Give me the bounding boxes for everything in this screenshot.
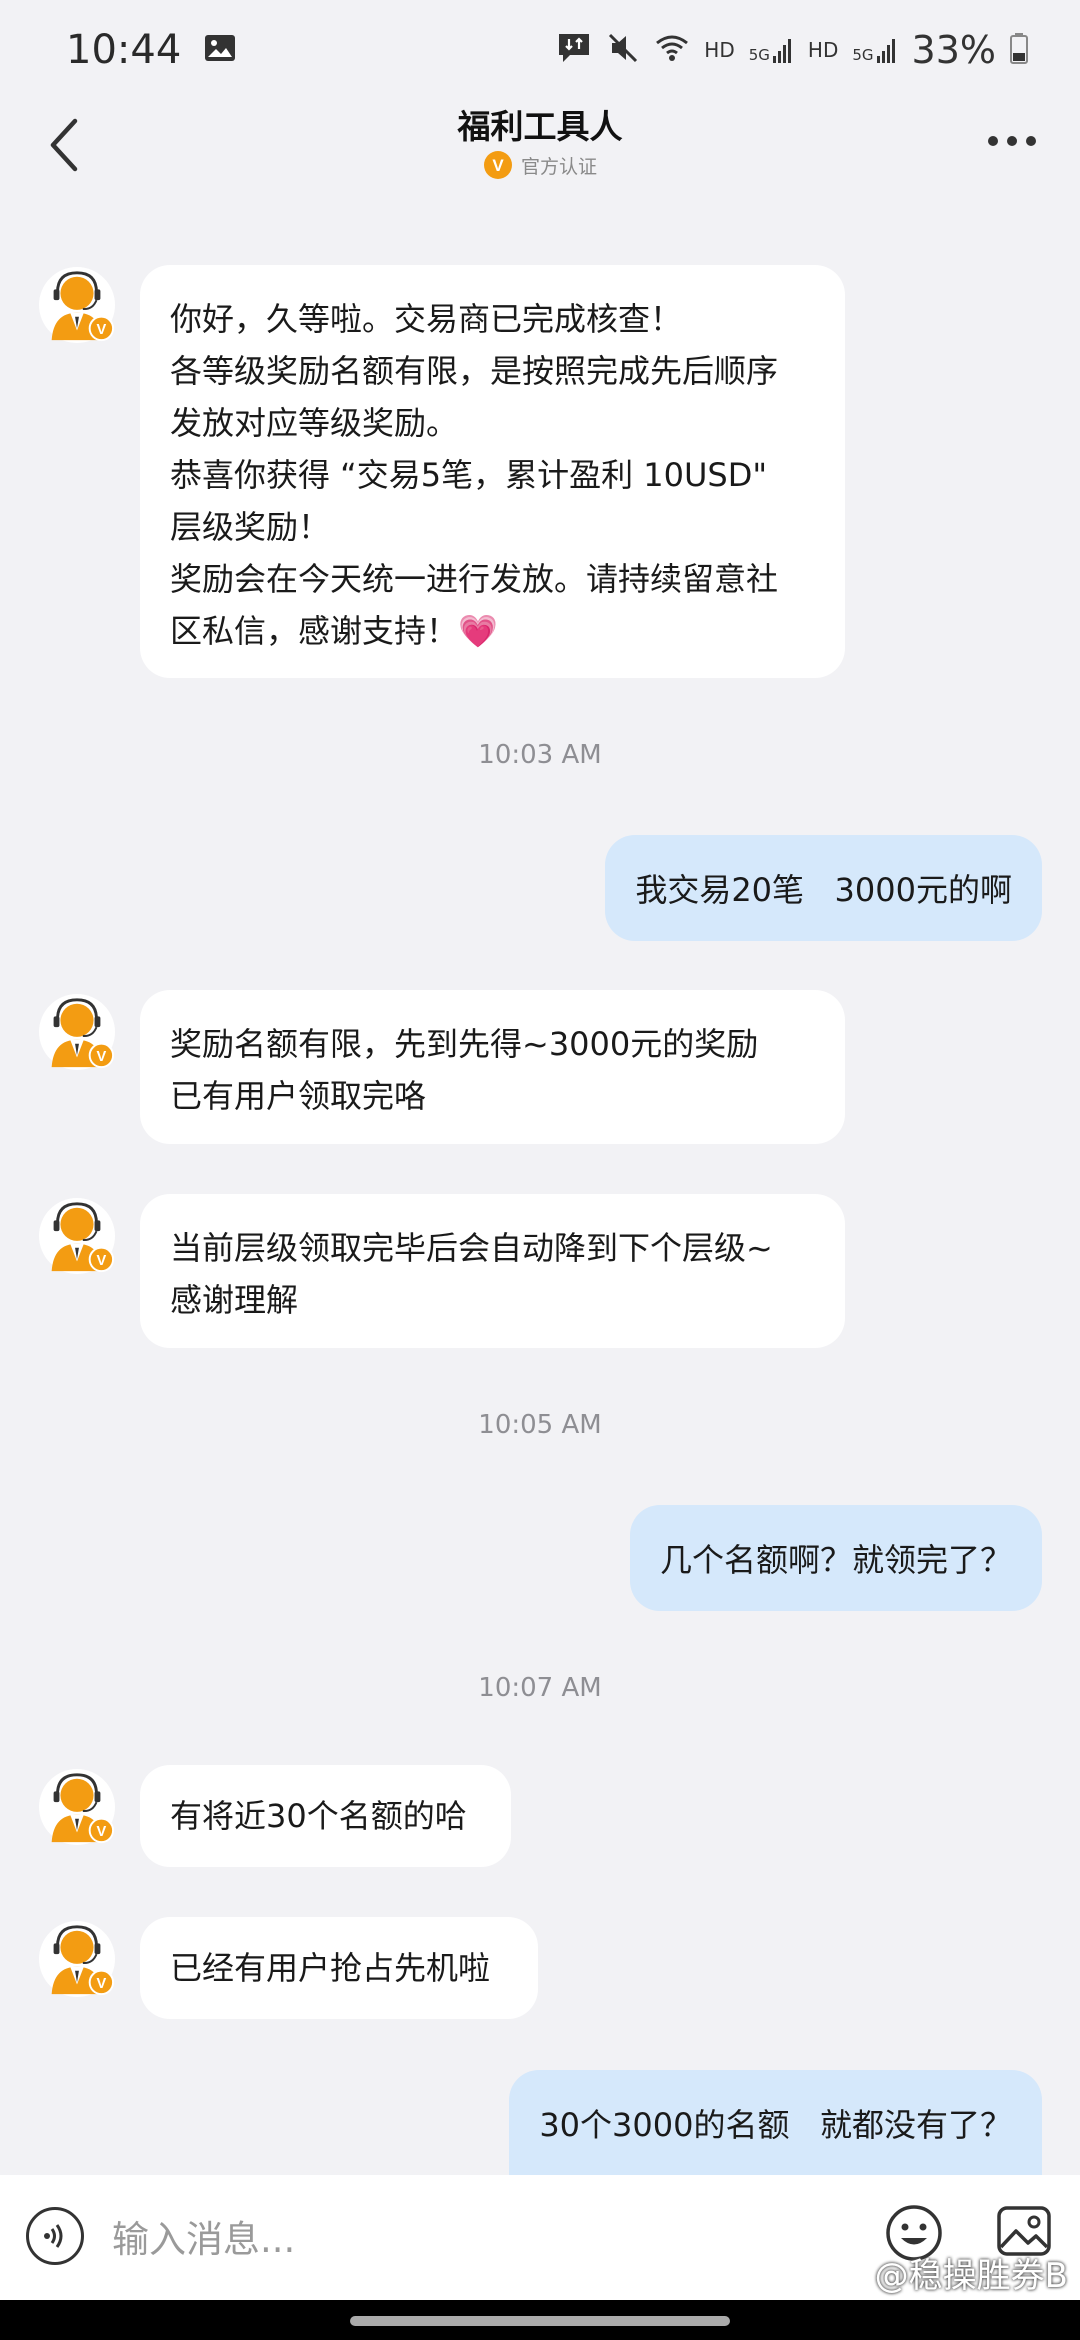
voice-input-button[interactable] (26, 2207, 84, 2265)
verified-v-icon: V (483, 151, 512, 179)
message-line: 你好，久等啦。交易商已完成核查！ (170, 300, 683, 338)
gallery-notification-icon (203, 33, 237, 67)
chat-header: 福利工具人 V 官方认证 (0, 100, 1080, 210)
dot-icon (988, 136, 998, 146)
dot-icon (1026, 136, 1036, 146)
message-bubble-outgoing[interactable]: 30个3000的名额 就都没有了？ (509, 2070, 1042, 2175)
message-text: 已经有用户抢占先机啦 (170, 1949, 491, 1987)
badge-letter: V (492, 156, 504, 175)
avatar[interactable]: V (38, 266, 116, 344)
verified-label: 官方认证 (520, 155, 597, 178)
more-options-button[interactable] (972, 116, 1052, 166)
signal-icon-2 (876, 39, 895, 63)
system-nav-bar (0, 2300, 1080, 2340)
hd-label-2: HD (807, 38, 839, 62)
message-line: 区私信，感谢支持！ (170, 612, 459, 650)
avatar-badge-letter: V (97, 322, 107, 338)
message-bubble-incoming[interactable]: 你好，久等啦。交易商已完成核查！ 各等级奖励名额有限，是按照完成先后顺序 发放对… (140, 265, 845, 678)
avatar-badge-letter: V (97, 1824, 107, 1840)
avatar[interactable]: V (38, 1197, 116, 1275)
message-bubble-incoming[interactable]: 当前层级领取完毕后会自动降到下个层级~ 感谢理解 (140, 1194, 845, 1348)
message-line: 各等级奖励名额有限，是按照完成先后顺序 (170, 352, 779, 390)
hd-label: HD (704, 38, 735, 62)
network-type-label-2: 5G (852, 46, 874, 64)
message-timestamp: 10:03 AM (478, 740, 602, 770)
avatar-badge-letter: V (97, 1976, 107, 1992)
message-line: 已有用户领取完咯 (170, 1077, 427, 1115)
message-bubble-outgoing[interactable]: 我交易20笔 3000元的啊 (605, 835, 1042, 941)
avatar-badge-letter: V (97, 1049, 107, 1065)
avatar-badge-letter: V (97, 1253, 107, 1269)
message-line: 奖励名额有限，先到先得~3000元的奖励 (170, 1025, 759, 1063)
message-line: 恭喜你获得 “交易5笔，累计盈利 10USD" (170, 456, 768, 494)
verified-badge: V 官方认证 (0, 150, 1080, 180)
battery-percent: 33% (911, 28, 996, 72)
status-bar: 10:44 HD 5G HD 5G 33% (0, 0, 1080, 100)
avatar[interactable]: V (38, 1768, 116, 1846)
message-bubble-incoming[interactable]: 奖励名额有限，先到先得~3000元的奖励 已有用户领取完咯 (140, 990, 845, 1144)
message-text: 我交易20笔 3000元的啊 (635, 871, 1012, 909)
avatar[interactable]: V (38, 1920, 116, 1998)
wifi-icon (654, 33, 690, 68)
message-bubble-incoming[interactable]: 有将近30个名额的哈 (140, 1765, 511, 1867)
status-time: 10:44 (66, 27, 182, 73)
message-text: 30个3000的名额 就都没有了？ (539, 2105, 1012, 2144)
chat-title: 福利工具人 (457, 107, 623, 146)
heart-emoji: 💗 (458, 612, 498, 650)
battery-icon (1010, 32, 1028, 69)
signal-icon (772, 39, 791, 63)
avatar[interactable]: V (38, 993, 116, 1071)
message-line: 发放对应等级奖励。 (170, 404, 459, 442)
mute-icon (606, 31, 640, 70)
message-line: 奖励会在今天统一进行发放。请持续留意社 (170, 560, 779, 598)
message-line: 感谢理解 (170, 1281, 299, 1319)
message-bubble-outgoing[interactable]: 几个名额啊？就领完了？ (629, 1505, 1042, 1611)
home-indicator[interactable] (350, 2316, 730, 2326)
message-notification-icon (556, 31, 592, 70)
message-input[interactable]: 输入消息... (112, 2205, 712, 2267)
message-timestamp: 10:05 AM (478, 1410, 602, 1440)
network-type-label: 5G (748, 46, 770, 64)
message-bubble-incoming[interactable]: 已经有用户抢占先机啦 (140, 1917, 538, 2019)
message-text: 几个名额啊？就领完了？ (659, 1541, 1012, 1579)
message-timestamp: 10:07 AM (478, 1673, 602, 1703)
message-text: 有将近30个名额的哈 (170, 1797, 467, 1835)
message-line: 当前层级领取完毕后会自动降到下个层级~ (170, 1229, 773, 1267)
message-line: 层级奖励！ (170, 508, 331, 546)
voice-icon (44, 2224, 63, 2248)
watermark-text: @稳操胜券B (874, 2256, 1068, 2296)
dot-icon (1007, 136, 1017, 146)
